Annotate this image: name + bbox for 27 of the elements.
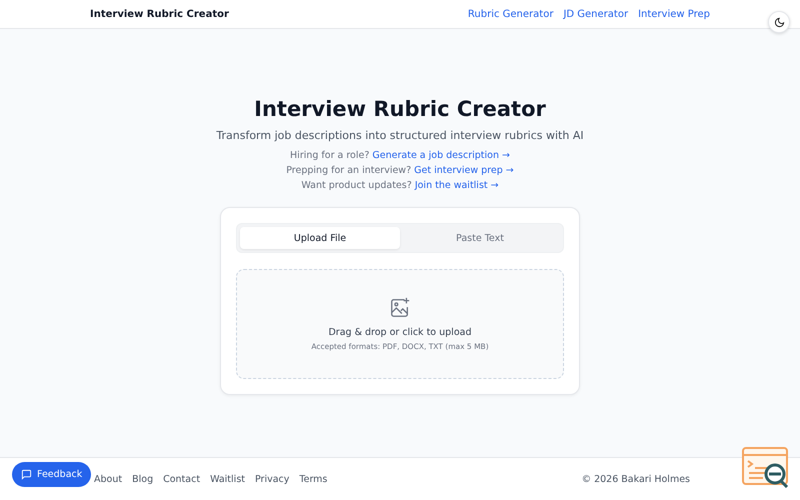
promo-text: Hiring for a role? bbox=[290, 150, 370, 161]
promo-link[interactable]: Generate a job description → bbox=[372, 150, 510, 161]
promo-link[interactable]: Get interview prep → bbox=[414, 165, 514, 176]
footer-link[interactable]: Privacy bbox=[255, 474, 290, 484]
browser-search-icon[interactable] bbox=[741, 446, 791, 488]
footer-link[interactable]: Contact bbox=[163, 474, 200, 484]
copyright: © 2026 Bakari Holmes bbox=[582, 474, 690, 484]
page-title: Interview Rubric Creator bbox=[254, 97, 546, 121]
site-title: Interview Rubric Creator bbox=[90, 8, 229, 20]
tab[interactable]: Paste Text bbox=[400, 227, 560, 249]
promo-text: Want product updates? bbox=[301, 180, 412, 191]
footer-link[interactable]: Terms bbox=[299, 474, 328, 484]
tab[interactable]: Upload File bbox=[240, 227, 400, 249]
chat-icon bbox=[21, 469, 32, 480]
footer-link[interactable]: Waitlist bbox=[210, 474, 245, 484]
nav-link[interactable]: Rubric Generator bbox=[468, 8, 554, 20]
promo-link[interactable]: Join the waitlist → bbox=[414, 180, 499, 191]
dropzone-title: Drag & drop or click to upload bbox=[328, 327, 472, 338]
footer-link[interactable]: Blog bbox=[132, 474, 154, 484]
nav-link[interactable]: JD Generator bbox=[563, 8, 628, 20]
feedback-button[interactable]: Feedback bbox=[12, 462, 92, 487]
subtitle: Transform job descriptions into structured interview rubrics with AI bbox=[216, 129, 584, 142]
footer-link[interactable]: About bbox=[94, 474, 122, 484]
moon-icon bbox=[774, 16, 784, 28]
image-add-icon bbox=[389, 297, 411, 319]
nav-link[interactable]: Interview Prep bbox=[638, 8, 710, 20]
promo-text: Prepping for an interview? bbox=[286, 165, 412, 176]
